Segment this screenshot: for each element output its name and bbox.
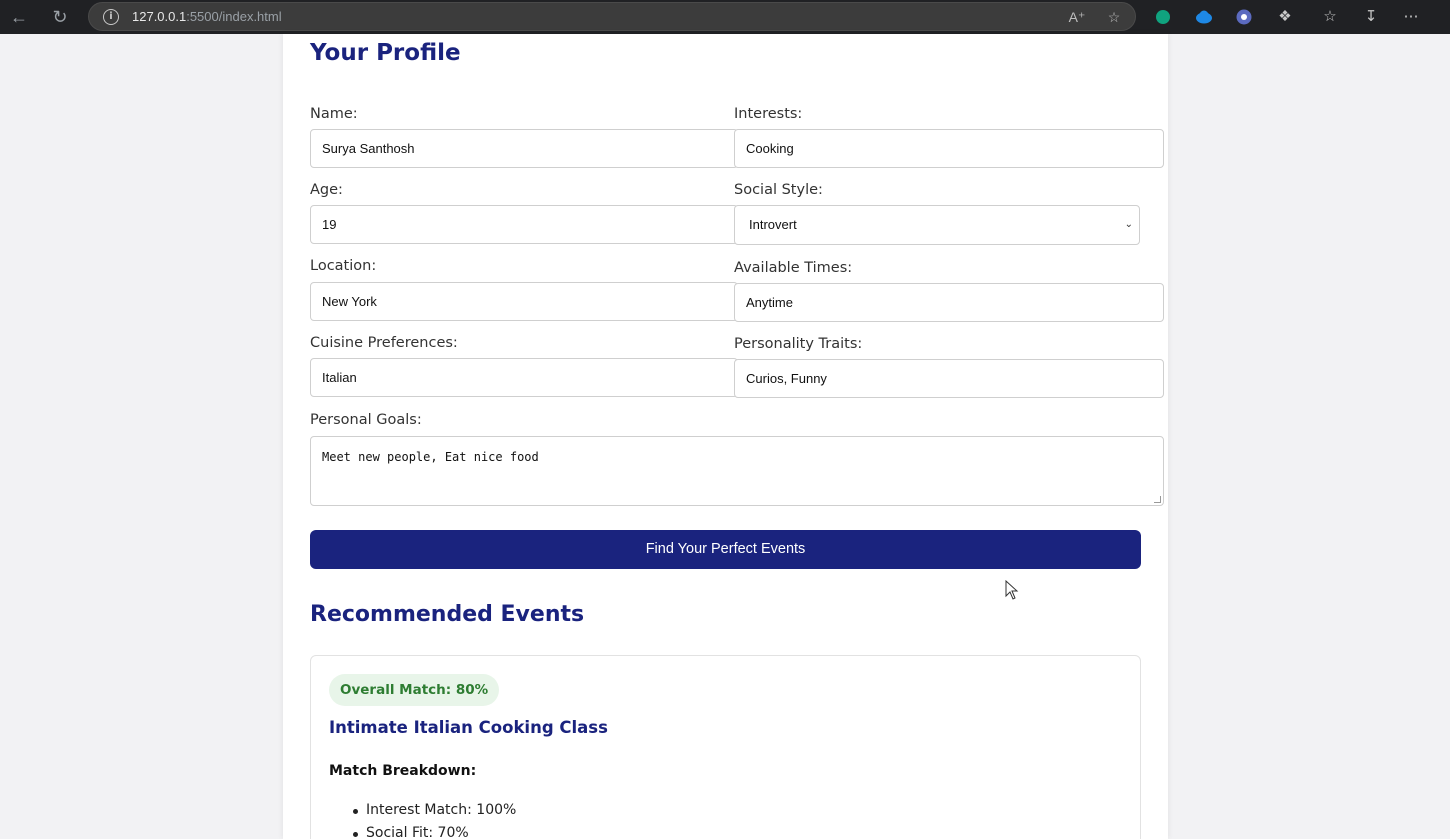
address-bar[interactable]: i 127.0.0.1:5500/index.html A⁺ ☆ [88, 2, 1136, 31]
read-aloud-icon[interactable]: A⁺ [1067, 7, 1087, 27]
age-input[interactable]: 19 [310, 205, 738, 244]
refresh-icon[interactable]: ↻ [48, 5, 72, 29]
personality-traits-label: Personality Traits: [734, 336, 863, 352]
info-icon[interactable]: i [103, 9, 119, 25]
personal-goals-label: Personal Goals: [310, 412, 422, 428]
favorites-icon[interactable]: ☆ [1318, 5, 1342, 29]
cuisine-input[interactable]: Italian [310, 358, 738, 397]
social-style-value: Introvert [749, 217, 797, 232]
name-label: Name: [310, 106, 358, 122]
resize-handle[interactable] [1154, 496, 1161, 503]
url-text[interactable]: 127.0.0.1:5500/index.html [132, 9, 282, 24]
url-path: :5500/index.html [186, 9, 282, 24]
personal-goals-textarea[interactable]: Meet new people, Eat nice food [310, 436, 1164, 506]
available-times-input[interactable]: Anytime [734, 283, 1164, 322]
url-host: 127.0.0.1 [132, 9, 187, 24]
location-label: Location: [310, 258, 377, 274]
name-input[interactable]: Surya Santhosh [310, 129, 738, 168]
age-label: Age: [310, 182, 343, 198]
interests-input[interactable]: Cooking [734, 129, 1164, 168]
social-style-select[interactable]: Introvert ⌄ [734, 205, 1140, 245]
extensions-puzzle-icon[interactable]: ❖ [1273, 5, 1297, 29]
cuisine-label: Cuisine Preferences: [310, 335, 458, 351]
cloud-icon[interactable] [1192, 5, 1216, 29]
extension-icon[interactable] [1151, 5, 1175, 29]
location-input[interactable]: New York [310, 282, 738, 321]
recommended-heading: Recommended Events [310, 602, 585, 627]
event-title: Intimate Italian Cooking Class [329, 718, 608, 737]
available-times-label: Available Times: [734, 260, 853, 276]
chevron-down-icon: ⌄ [1124, 219, 1133, 230]
find-events-button[interactable]: Find Your Perfect Events [310, 530, 1141, 569]
list-item: Social Fit: 70% [353, 825, 469, 839]
match-breakdown-label: Match Breakdown: [329, 763, 477, 779]
interests-label: Interests: [734, 106, 803, 122]
back-icon[interactable]: ← [7, 5, 31, 29]
more-icon[interactable]: ⋯ [1399, 5, 1423, 29]
match-badge: Overall Match: 80% [329, 674, 500, 706]
list-item: Interest Match: 100% [352, 802, 517, 818]
download-icon[interactable]: ↧ [1359, 5, 1383, 29]
favorite-star-icon[interactable]: ☆ [1104, 7, 1124, 27]
personality-traits-input[interactable]: Curios, Funny [734, 359, 1164, 398]
personal-goals-value: Meet new people, Eat nice food [322, 450, 539, 464]
social-style-label: Social Style: [734, 182, 823, 198]
extension-icon-2[interactable] [1232, 5, 1256, 29]
profile-heading: Your Profile [310, 40, 461, 66]
browser-toolbar: ← ↻ i 127.0.0.1:5500/index.html A⁺ ☆ ❖ ☆… [0, 0, 1450, 34]
